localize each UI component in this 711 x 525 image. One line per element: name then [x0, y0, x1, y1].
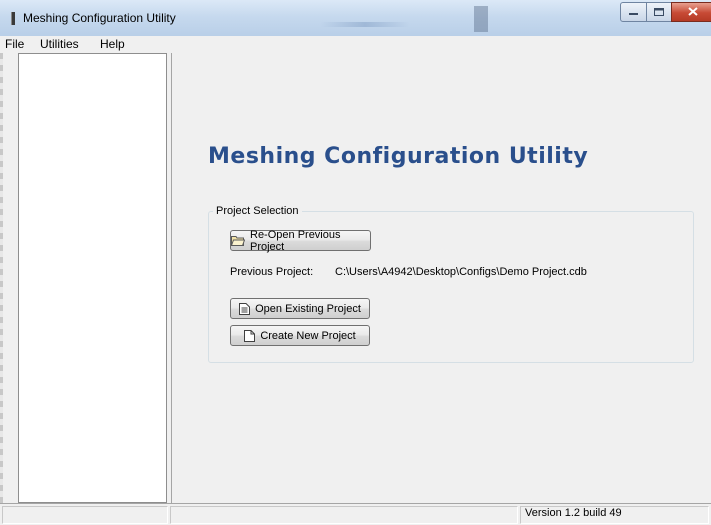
project-selection-legend: Project Selection: [213, 205, 302, 217]
app-icon: [11, 12, 15, 25]
app-window: Meshing Configuration Utility File Utili…: [0, 0, 711, 525]
previous-project-label: Previous Project:: [230, 266, 314, 278]
version-label: Version 1.2 build 49: [525, 507, 622, 519]
create-new-project-label: Create New Project: [260, 329, 356, 342]
window-title: Meshing Configuration Utility: [23, 11, 176, 25]
menu-utilities[interactable]: Utilities: [40, 37, 79, 51]
page-title: Meshing Configuration Utility: [208, 144, 589, 169]
document-icon: [239, 302, 251, 315]
folder-open-icon: [231, 235, 245, 246]
open-existing-project-button[interactable]: Open Existing Project: [230, 298, 370, 319]
menu-file[interactable]: File: [5, 37, 24, 51]
status-cell-middle: [170, 506, 518, 524]
navigation-panel[interactable]: [18, 53, 167, 503]
left-edge-strip: [0, 53, 3, 503]
create-new-project-button[interactable]: Create New Project: [230, 325, 370, 346]
minimize-icon: [629, 6, 638, 19]
title-bar-reflection: [320, 22, 410, 27]
close-icon: [688, 5, 698, 19]
previous-project-path: C:\Users\A4942\Desktop\Configs\Demo Proj…: [335, 266, 587, 278]
maximize-icon: [654, 6, 664, 19]
title-bar[interactable]: Meshing Configuration Utility: [0, 0, 711, 37]
new-file-icon: [244, 329, 256, 342]
menu-bar: File Utilities Help: [0, 36, 711, 52]
maximize-button[interactable]: [646, 2, 672, 22]
reopen-previous-project-button[interactable]: Re-Open Previous Project: [230, 228, 371, 253]
menu-help[interactable]: Help: [100, 37, 125, 51]
title-bar-reflection: [474, 6, 488, 32]
status-cell-left: [2, 506, 168, 524]
open-existing-project-label: Open Existing Project: [255, 302, 361, 315]
close-button[interactable]: [671, 2, 711, 22]
minimize-button[interactable]: [620, 2, 647, 22]
reopen-previous-project-label: Re-Open Previous Project: [250, 228, 341, 253]
